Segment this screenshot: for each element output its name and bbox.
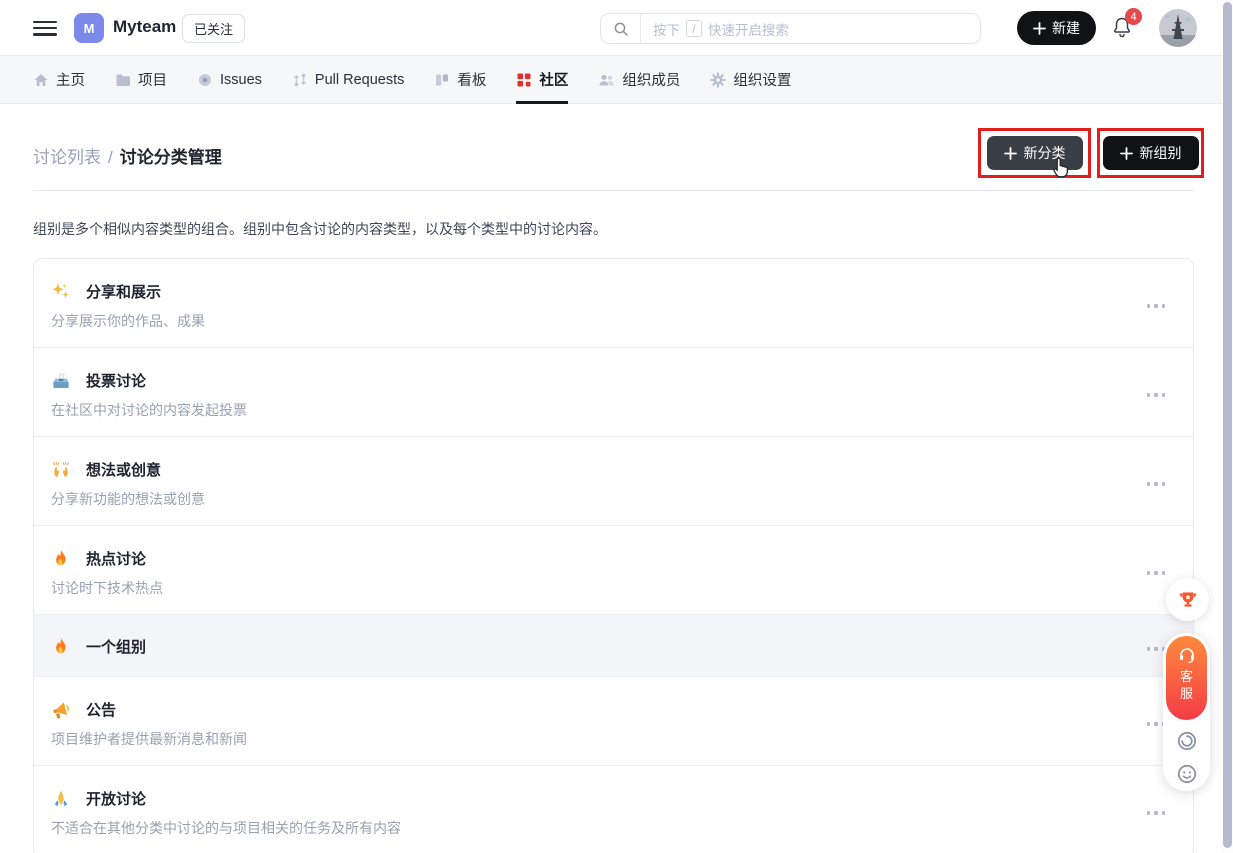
category-title: 热点讨论 <box>86 548 146 569</box>
search-placeholder: 按下 / 快速开启搜索 <box>641 19 789 39</box>
category-row-hot[interactable]: 热点讨论 讨论时下技术热点 <box>34 526 1193 615</box>
row-menu-button[interactable] <box>1143 807 1170 819</box>
swirl-icon <box>1176 730 1198 752</box>
raised-hands-emoji-icon <box>51 460 71 480</box>
nav-tab-issues[interactable]: Issues <box>197 56 262 103</box>
home-icon <box>33 72 49 88</box>
org-nav-bar: 主页 项目 Issues Pull Requests 看板 社区 组织成员 组 <box>0 56 1233 104</box>
category-title: 公告 <box>86 699 116 720</box>
category-desc: 不适合在其他分类中讨论的与项目相关的任务及所有内容 <box>51 818 1193 838</box>
issue-dot-icon <box>197 72 213 88</box>
ballot-box-emoji-icon <box>51 371 71 391</box>
group-title: 一个组别 <box>86 636 146 657</box>
trophy-button[interactable] <box>1166 578 1209 621</box>
trophy-icon <box>1176 588 1200 612</box>
megaphone-emoji-icon <box>51 700 71 720</box>
header-divider <box>33 190 1194 191</box>
nav-tab-pull-requests[interactable]: Pull Requests <box>292 56 404 103</box>
breadcrumb-discussion-list-link[interactable]: 讨论列表 <box>33 143 101 168</box>
page-description: 组别是多个相似内容类型的组合。组别中包含讨论的内容类型，以及每个类型中的讨论内容… <box>33 219 607 239</box>
folder-icon <box>115 72 131 88</box>
swirl-icon-button[interactable] <box>1175 729 1199 753</box>
nav-tab-label: Pull Requests <box>315 72 404 88</box>
category-title: 想法或创意 <box>86 459 161 480</box>
annotation-box-new-category: 新分类 <box>978 128 1091 178</box>
nav-tab-community[interactable]: 社区 <box>516 56 568 103</box>
floating-toolbar: 客服 <box>1163 633 1210 791</box>
user-avatar[interactable] <box>1159 9 1197 47</box>
row-menu-button[interactable] <box>1143 567 1170 579</box>
nav-tab-label: Issues <box>220 72 262 88</box>
scrollbar <box>1222 0 1233 853</box>
slash-keycap: / <box>686 20 702 37</box>
category-title: 开放讨论 <box>86 788 146 809</box>
org-avatar[interactable]: M <box>74 13 104 43</box>
search-input[interactable]: 按下 / 快速开启搜索 <box>600 13 981 44</box>
new-button[interactable]: 新建 <box>1017 11 1096 45</box>
category-row-open-discussion[interactable]: 开放讨论 不适合在其他分类中讨论的与项目相关的任务及所有内容 <box>34 766 1193 853</box>
breadcrumb-separator: / <box>108 148 113 168</box>
hamburger-menu-icon[interactable] <box>33 17 57 39</box>
category-row-ideas[interactable]: 想法或创意 分享新功能的想法或创意 <box>34 437 1193 526</box>
follow-button[interactable]: 已关注 <box>182 14 245 43</box>
nav-tab-kanban[interactable]: 看板 <box>434 56 486 103</box>
kanban-icon <box>434 72 450 88</box>
org-name[interactable]: Myteam <box>113 17 176 37</box>
plus-icon <box>1004 147 1017 160</box>
category-title: 投票讨论 <box>86 370 146 391</box>
category-row-announcements[interactable]: 公告 项目维护者提供最新消息和新闻 <box>34 677 1193 766</box>
category-desc: 在社区中对讨论的内容发起投票 <box>51 400 1193 420</box>
category-row-share[interactable]: 分享和展示 分享展示你的作品、成果 <box>34 259 1193 348</box>
category-title: 分享和展示 <box>86 281 161 302</box>
nav-tab-label: 组织成员 <box>622 69 680 90</box>
row-menu-button[interactable] <box>1143 389 1170 401</box>
plus-icon <box>1033 22 1046 35</box>
search-icon <box>601 14 641 43</box>
plus-icon <box>1120 147 1133 160</box>
nav-tab-label: 组织设置 <box>733 69 791 90</box>
nav-tab-label: 社区 <box>539 69 568 90</box>
smiley-icon <box>1176 763 1198 785</box>
top-bar: M Myteam 已关注 按下 / 快速开启搜索 新建 4 <box>0 0 1233 56</box>
group-row[interactable]: 一个组别 <box>34 615 1193 677</box>
page-title: 讨论分类管理 <box>120 143 222 168</box>
annotation-box-new-group: 新组别 <box>1097 128 1204 178</box>
gear-icon <box>710 72 726 88</box>
fire-emoji-icon <box>51 637 71 657</box>
notifications-button[interactable]: 4 <box>1110 14 1140 44</box>
row-menu-button[interactable] <box>1143 300 1170 312</box>
app-window: M Myteam 已关注 按下 / 快速开启搜索 新建 4 <box>0 0 1233 853</box>
community-grid-icon <box>516 72 532 88</box>
category-list-card: 分享和展示 分享展示你的作品、成果 投票讨论 在社区中对讨论的内容发起投票 想法… <box>33 258 1194 853</box>
praying-hands-emoji-icon <box>51 789 71 809</box>
nav-tab-members[interactable]: 组织成员 <box>598 56 680 103</box>
smiley-icon-button[interactable] <box>1175 762 1199 786</box>
customer-service-label: 客服 <box>1180 668 1194 702</box>
nav-tab-projects[interactable]: 项目 <box>115 56 167 103</box>
category-desc: 分享展示你的作品、成果 <box>51 311 1193 331</box>
nav-tab-label: 项目 <box>138 69 167 90</box>
category-row-vote[interactable]: 投票讨论 在社区中对讨论的内容发起投票 <box>34 348 1193 437</box>
nav-tab-label: 主页 <box>56 69 85 90</box>
headset-icon <box>1177 645 1197 665</box>
members-icon <box>598 72 615 88</box>
new-group-button[interactable]: 新组别 <box>1103 136 1199 170</box>
row-menu-button[interactable] <box>1143 478 1170 490</box>
nav-tab-settings[interactable]: 组织设置 <box>710 56 791 103</box>
new-category-button[interactable]: 新分类 <box>987 136 1083 170</box>
category-desc: 分享新功能的想法或创意 <box>51 489 1193 509</box>
category-desc: 讨论时下技术热点 <box>51 578 1193 598</box>
category-desc: 项目维护者提供最新消息和新闻 <box>51 729 1193 749</box>
customer-service-button[interactable]: 客服 <box>1166 636 1207 720</box>
notification-badge: 4 <box>1125 8 1142 25</box>
scrollbar-thumb[interactable] <box>1223 2 1232 848</box>
sparkles-emoji-icon <box>51 282 71 302</box>
breadcrumb: 讨论列表 / 讨论分类管理 <box>33 143 222 168</box>
pull-request-icon <box>292 72 308 88</box>
nav-tab-home[interactable]: 主页 <box>33 56 85 103</box>
nav-tab-label: 看板 <box>457 69 486 90</box>
fire-emoji-icon <box>51 549 71 569</box>
